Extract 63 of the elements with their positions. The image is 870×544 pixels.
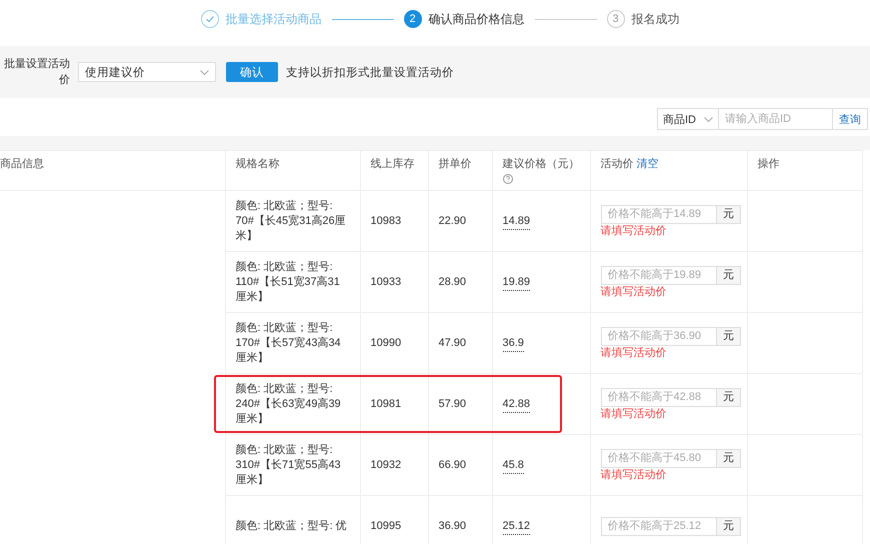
unit-label: 元: [716, 266, 740, 284]
product-id-input[interactable]: 请输入商品ID: [719, 108, 833, 130]
spec-name: 颜色: 北欧蓝；型号: 110#【长51宽37高31厘米】: [236, 260, 340, 302]
activity-price-input[interactable]: 价格不能高于19.89 元: [600, 266, 740, 284]
column-header: 线上库存: [370, 158, 414, 170]
column-header: 建议价格（元）: [502, 158, 580, 170]
group-price: 47.90: [438, 336, 466, 348]
suggested-price: 14.89: [502, 214, 530, 230]
column-header: 规格名称: [236, 158, 280, 170]
search-button[interactable]: 查询: [832, 108, 868, 130]
spec-name: 颜色: 北欧蓝；型号: 优: [236, 520, 347, 532]
batch-label: 批量设置活动价: [3, 57, 70, 88]
clear-link[interactable]: 清空: [636, 158, 659, 170]
column-header: 拼单价: [438, 158, 472, 170]
stock-value: 10983: [370, 214, 402, 226]
hint-text: 支持以折扣形式批量设置活动价: [286, 66, 454, 80]
group-price: 66.90: [438, 458, 466, 470]
spec-name: 颜色: 北欧蓝；型号: 170#【长57宽43高34厘米】: [236, 322, 341, 364]
unit-label: 元: [716, 388, 740, 406]
step-number: 3: [606, 10, 624, 28]
activity-price-input[interactable]: 价格不能高于42.88 元: [600, 388, 740, 406]
error-message: 请填写活动价: [600, 346, 668, 360]
unit-label: 元: [716, 328, 740, 344]
error-message: 请填写活动价: [600, 468, 668, 482]
spec-name: 颜色: 北欧蓝；型号: 240#【长63宽49高39厘米】: [236, 382, 341, 424]
stock-value: 10981: [370, 398, 402, 410]
suggested-price: 25.12: [502, 520, 530, 534]
group-price: 22.90: [438, 214, 466, 226]
activity-price-input[interactable]: 价格不能高于45.80 元: [600, 448, 740, 468]
column-header: 操作: [758, 158, 780, 170]
error-message: 请填写活动价: [600, 224, 668, 238]
step-number: 2: [404, 10, 422, 28]
activity-price-input[interactable]: 价格不能高于25.12 元: [600, 516, 740, 536]
step-label: 批量选择活动商品: [226, 10, 322, 28]
step-label: 报名成功: [632, 10, 680, 28]
unit-label: 元: [716, 450, 740, 466]
column-header: 活动价: [600, 158, 634, 170]
error-message: 请填写活动价: [600, 284, 668, 298]
suggested-price: 36.9: [502, 336, 524, 352]
activity-price-input[interactable]: 价格不能高于14.89 元: [600, 204, 740, 224]
activity-price-input[interactable]: 价格不能高于36.90 元: [600, 326, 740, 346]
unit-label: 元: [716, 206, 740, 222]
stock-value: 10932: [370, 458, 402, 470]
suggested-price: 45.8: [502, 458, 524, 474]
chevron-icon: [704, 116, 713, 122]
search-type-dropdown[interactable]: 商品ID: [657, 108, 719, 130]
help-icon: [502, 174, 512, 184]
unit-label: 元: [716, 518, 740, 534]
spec-name: 颜色: 北欧蓝；型号: 310#【长71宽55高43厘米】: [236, 444, 341, 486]
column-header: 商品信息: [0, 158, 44, 170]
suggested-price: 19.89: [502, 276, 530, 290]
stock-value: 10990: [370, 336, 402, 348]
stock-value: 10933: [370, 276, 402, 288]
chevron-icon: [200, 70, 209, 74]
group-price: 36.90: [438, 520, 466, 532]
step-label: 确认商品价格信息: [428, 10, 524, 28]
stock-value: 10995: [370, 520, 402, 532]
spec-name: 颜色: 北欧蓝；型号: 70#【长45宽31高26厘米】: [236, 200, 346, 242]
error-message: 请填写活动价: [600, 406, 668, 420]
group-price: 28.90: [438, 276, 466, 288]
suggested-price: 42.88: [502, 398, 530, 412]
group-price: 57.90: [438, 398, 466, 410]
price-mode-dropdown[interactable]: 使用建议价: [78, 62, 216, 82]
